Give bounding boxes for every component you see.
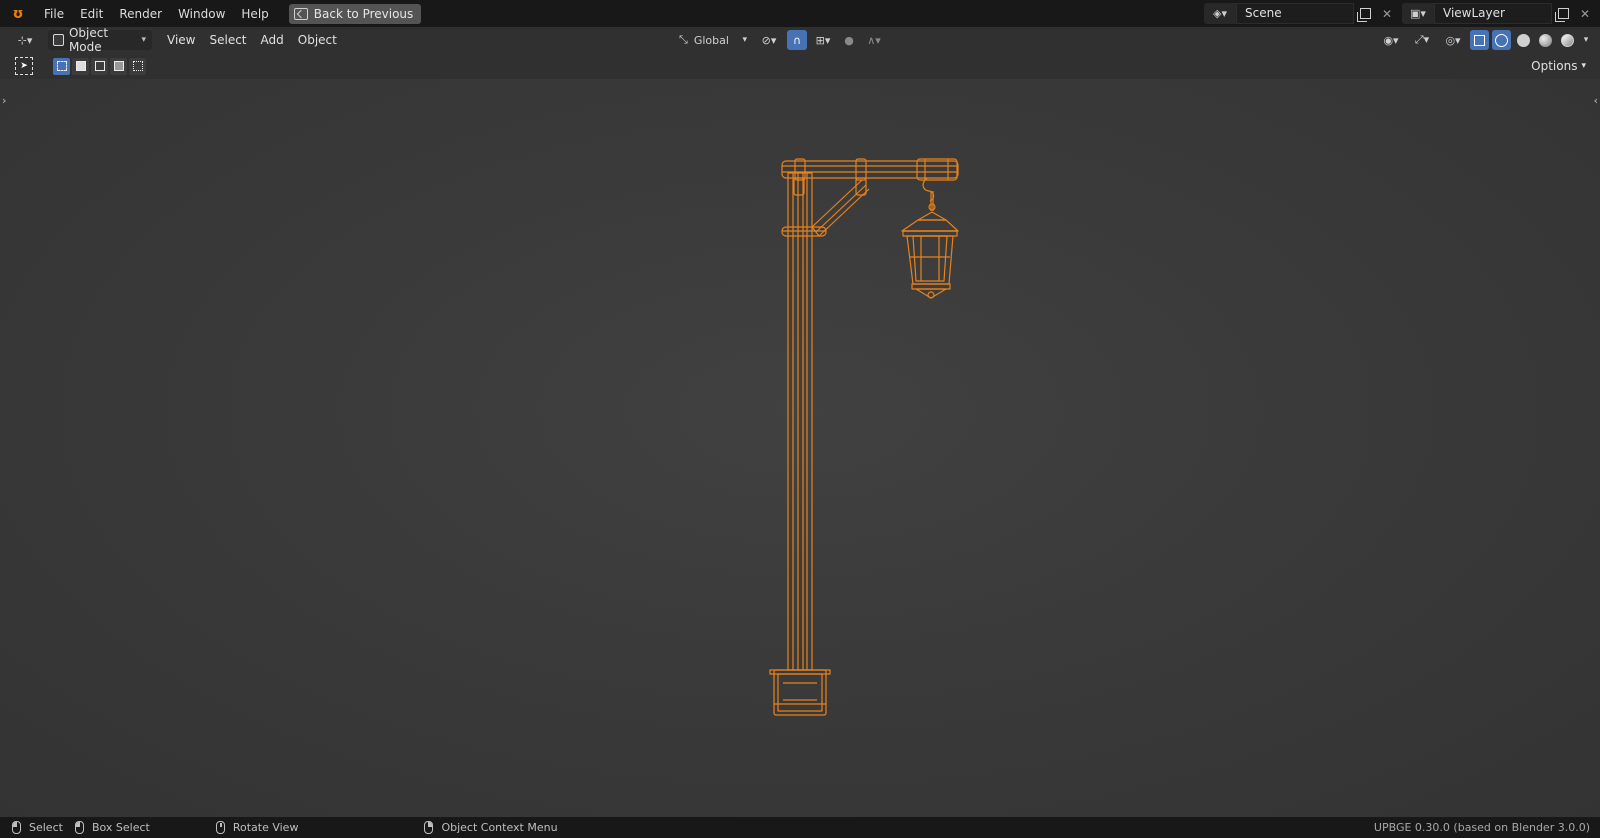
set-new-selection-icon[interactable] <box>53 57 70 75</box>
3d-viewport[interactable]: › ‹ <box>0 79 1600 817</box>
options-label: Options <box>1531 59 1578 73</box>
mouse-middle-icon <box>215 821 225 834</box>
snap-toggle-icon[interactable]: ∩ <box>787 30 807 50</box>
lamp-arm-beam <box>781 158 959 196</box>
falloff-icon[interactable]: ∧▾ <box>863 30 885 50</box>
shading-options-chevron-icon[interactable]: ▾ <box>1580 30 1592 50</box>
delete-scene-icon[interactable]: ✕ <box>1376 3 1398 24</box>
snap-target-icon[interactable]: ⊞▾ <box>811 30 835 50</box>
rendered-shading-icon[interactable] <box>1558 30 1577 50</box>
street-lamp-wireframe[interactable] <box>0 79 1600 817</box>
solid-shading-icon[interactable] <box>1514 30 1533 50</box>
status-box-select: Box Select <box>74 821 150 834</box>
gizmo-icon[interactable]: ⤢▾ <box>1408 30 1436 50</box>
orientation-label: Global <box>693 33 729 47</box>
status-box-select-label: Box Select <box>91 821 150 834</box>
invert-selection-icon[interactable] <box>110 57 127 75</box>
proportional-edit-icon[interactable]: ● <box>839 30 859 50</box>
back-to-previous-button[interactable]: Back to Previous <box>288 3 422 24</box>
mouse-right-icon <box>424 821 434 834</box>
status-context-menu: Object Context Menu <box>424 821 558 834</box>
scene-name-field[interactable]: Scene <box>1236 3 1354 24</box>
top-bar: ʊ File Edit Render Window Help Back to P… <box>0 0 1600 27</box>
transform-tools: ⤡ Global ▾ ⊘▾ ∩ ⊞▾ ● ∧▾ <box>675 30 885 50</box>
status-select-label: Select <box>29 821 63 834</box>
menu-render[interactable]: Render <box>111 3 170 25</box>
intersect-selection-icon[interactable] <box>129 57 146 75</box>
visibility-icon[interactable]: ◉▾ <box>1377 30 1405 50</box>
chevron-down-icon: ▾ <box>742 35 747 45</box>
mode-dropdown[interactable]: Object Mode ▾ <box>48 26 152 54</box>
extend-selection-icon[interactable] <box>72 57 89 75</box>
back-to-previous-label: Back to Previous <box>313 6 414 21</box>
subtract-selection-icon[interactable] <box>91 57 108 75</box>
chevron-down-icon: ▾ <box>1581 61 1586 71</box>
xray-toggle-icon[interactable] <box>1470 30 1489 50</box>
menu-help[interactable]: Help <box>233 3 276 25</box>
app-logo-icon[interactable]: ʊ <box>0 0 36 27</box>
menu-select[interactable]: Select <box>202 30 253 50</box>
lamp-brace <box>811 179 870 237</box>
wireframe-shading-icon[interactable] <box>1492 30 1511 50</box>
mouse-drag-icon <box>74 821 84 834</box>
orientation-dropdown[interactable]: ⤡ Global ▾ <box>675 30 751 50</box>
status-context-menu-label: Object Context Menu <box>441 821 558 834</box>
menu-view[interactable]: View <box>160 30 202 50</box>
lamp-base <box>769 669 831 716</box>
status-rotate-view: Rotate View <box>215 821 299 834</box>
new-scene-icon[interactable] <box>1354 3 1376 24</box>
new-viewlayer-icon[interactable] <box>1552 3 1574 24</box>
chevron-down-icon: ▾ <box>141 35 146 45</box>
tool-settings-header: ➤ Options ▾ <box>0 53 1600 79</box>
menu-edit[interactable]: Edit <box>72 3 111 25</box>
options-dropdown[interactable]: Options ▾ <box>1523 56 1594 76</box>
mode-label: Object Mode <box>68 26 109 54</box>
delete-viewlayer-icon[interactable]: ✕ <box>1574 3 1596 24</box>
orientation-icon: ⤡ <box>679 33 688 46</box>
mouse-left-icon <box>12 821 21 834</box>
version-label: UPBGE 0.30.0 (based on Blender 3.0.0) <box>1373 821 1590 834</box>
viewlayer-browse-icon[interactable]: ▣▾ <box>1402 3 1434 24</box>
viewlayer-selector: ▣▾ ViewLayer ✕ <box>1402 3 1596 24</box>
overlays-icon[interactable]: ◎▾ <box>1439 30 1467 50</box>
lamp-hook <box>922 177 936 211</box>
back-icon <box>293 7 308 20</box>
lantern <box>901 211 959 299</box>
lamp-post <box>787 172 813 671</box>
material-shading-icon[interactable] <box>1536 30 1555 50</box>
status-bar: Select Box Select Rotate View Object Con… <box>0 817 1600 838</box>
editor-type-icon[interactable]: ⊹▾ <box>8 30 42 50</box>
status-rotate-view-label: Rotate View <box>232 821 299 834</box>
menu-file[interactable]: File <box>36 3 72 25</box>
menu-window[interactable]: Window <box>170 3 233 25</box>
pivot-point-icon[interactable]: ⊘▾ <box>755 30 783 50</box>
selection-mode-group <box>53 57 146 75</box>
viewport-display-tools: ◉▾ ⤢▾ ◎▾ ▾ <box>1377 30 1592 50</box>
object-mode-icon <box>53 34 64 46</box>
menu-object[interactable]: Object <box>291 30 344 50</box>
select-tool-icon[interactable]: ➤ <box>15 57 33 75</box>
scene-browse-icon[interactable]: ◈▾ <box>1204 3 1236 24</box>
viewlayer-name-field[interactable]: ViewLayer <box>1434 3 1552 24</box>
menu-add[interactable]: Add <box>254 30 291 50</box>
status-select: Select <box>12 821 63 834</box>
viewport-header: ⊹▾ Object Mode ▾ View Select Add Object … <box>0 26 1600 54</box>
scene-selector: ◈▾ Scene ✕ <box>1204 3 1398 24</box>
